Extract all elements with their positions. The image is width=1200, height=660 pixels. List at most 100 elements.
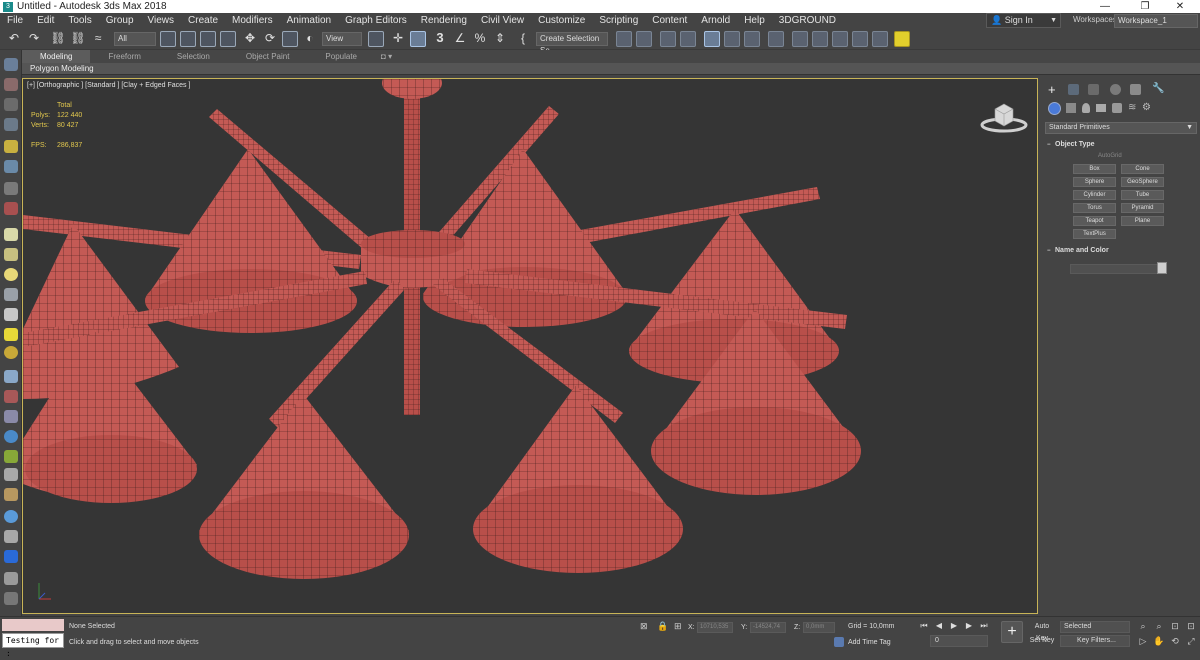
menu-tools[interactable]: Tools — [61, 13, 98, 29]
light-icon[interactable] — [4, 140, 18, 153]
goto-end-icon[interactable]: ⏭ — [978, 620, 990, 632]
hierarchy-tab-icon[interactable] — [1088, 84, 1099, 95]
geometry-icon[interactable] — [1048, 102, 1061, 115]
lock-icon[interactable]: 🔒 — [657, 621, 668, 632]
z-coord-field[interactable]: 0,0mm — [803, 622, 835, 633]
hair-icon[interactable] — [4, 468, 18, 481]
object-color-swatch[interactable] — [1157, 262, 1167, 274]
object-type-rollout[interactable]: − Object Type — [1045, 139, 1197, 151]
zoom-icon[interactable]: ⌕ — [1137, 620, 1149, 632]
workspace-select[interactable]: Workspace_1 — [1114, 14, 1198, 28]
settings-icon[interactable] — [4, 530, 18, 543]
field-of-view-icon[interactable]: ▷ — [1137, 635, 1149, 647]
object-name-input[interactable] — [1070, 264, 1158, 274]
torus-button[interactable]: Torus — [1073, 203, 1116, 213]
sky-light-icon[interactable] — [4, 346, 18, 359]
geosphere-button[interactable]: GeoSphere — [1121, 177, 1164, 187]
maxscript-mini-listener[interactable]: Testing for : — [2, 633, 64, 658]
link-icon[interactable]: ⛓ — [50, 31, 66, 47]
space-warps-icon[interactable]: ≋ — [1128, 102, 1136, 113]
x-coord-field[interactable]: 10710,535 — [697, 622, 733, 633]
brush-icon[interactable] — [4, 488, 18, 501]
angle-snap-icon[interactable]: ∠ — [452, 31, 468, 47]
foliage-icon[interactable] — [4, 450, 18, 463]
menu-content[interactable]: Content — [645, 13, 694, 29]
key-filters-button[interactable]: Key Filters... — [1060, 635, 1130, 647]
lights-icon[interactable] — [1082, 103, 1090, 113]
spinner-snap-icon[interactable]: ⇕ — [492, 31, 508, 47]
y-coord-field[interactable]: -14524,74 — [750, 622, 786, 633]
menu-arnold[interactable]: Arnold — [694, 13, 737, 29]
layer-icon[interactable] — [4, 98, 18, 111]
tube-button[interactable]: Tube — [1121, 190, 1164, 200]
paint-icon[interactable] — [4, 390, 18, 403]
container-icon[interactable] — [4, 78, 18, 91]
goto-start-icon[interactable]: ⏮ — [918, 620, 930, 632]
current-frame-field[interactable]: 0 — [930, 635, 988, 647]
sign-in-button[interactable]: 👤 Sign In ▼ — [986, 13, 1061, 28]
tab-freeform[interactable]: Freeform — [90, 50, 158, 63]
polygon-modeling-label[interactable]: Polygon Modeling — [30, 63, 94, 75]
create-tab-icon[interactable]: + — [1048, 82, 1056, 97]
menu-civil-view[interactable]: Civil View — [474, 13, 531, 29]
menu-3dground[interactable]: 3DGROUND — [772, 13, 843, 29]
menu-edit[interactable]: Edit — [30, 13, 61, 29]
camera-icon[interactable] — [4, 160, 18, 173]
align-icon[interactable] — [636, 31, 652, 47]
unlink-icon[interactable]: ⛓ — [70, 31, 86, 47]
shapes-icon[interactable] — [1066, 103, 1076, 113]
helpers-icon[interactable] — [1112, 103, 1122, 113]
grid-icon[interactable] — [4, 118, 18, 131]
helper-icon[interactable] — [4, 182, 18, 195]
percent-snap-icon[interactable]: % — [472, 31, 488, 47]
redo-icon[interactable]: ↷ — [26, 31, 42, 47]
plane-button[interactable]: Plane — [1121, 216, 1164, 226]
scale-icon[interactable] — [282, 31, 298, 47]
ribbon-options-icon[interactable]: ◘ ▾ — [375, 50, 398, 63]
cameras-icon[interactable] — [1096, 104, 1106, 112]
name-and-color-rollout[interactable]: − Name and Color — [1045, 245, 1197, 257]
motion-tab-icon[interactable] — [1110, 84, 1121, 95]
play-icon[interactable]: ▶ — [948, 620, 960, 632]
pivot-center-icon[interactable] — [368, 31, 384, 47]
orbit-icon[interactable]: ⟲ — [1169, 635, 1181, 647]
select-by-name-icon[interactable] — [180, 31, 196, 47]
space-warp-icon[interactable] — [4, 202, 18, 215]
menu-scripting[interactable]: Scripting — [592, 13, 645, 29]
viewcube-icon[interactable] — [979, 95, 1029, 135]
edit-named-selection-icon[interactable]: { — [515, 31, 531, 47]
schematic-view-icon[interactable] — [744, 31, 760, 47]
keyboard-shortcut-override-icon[interactable] — [410, 31, 426, 47]
zoom-all-icon[interactable]: ⌕ — [1153, 620, 1165, 632]
select-object-icon[interactable] — [160, 31, 176, 47]
sun-icon[interactable] — [4, 328, 18, 341]
menu-file[interactable]: File — [0, 13, 30, 29]
viewport[interactable]: [+] [Orthographic ] [Standard ] [Clay + … — [22, 78, 1038, 614]
absolute-mode-icon[interactable]: ⊞ — [674, 621, 682, 632]
snaps-toggle-icon[interactable]: 3 — [432, 31, 448, 47]
close-button[interactable]: ✕ — [1160, 0, 1200, 13]
menu-customize[interactable]: Customize — [531, 13, 592, 29]
menu-group[interactable]: Group — [99, 13, 141, 29]
place-icon[interactable]: ◐ — [302, 31, 318, 47]
pan-icon[interactable]: ✋ — [1153, 635, 1165, 647]
teapot-button[interactable]: Teapot — [1073, 216, 1116, 226]
set-key-button[interactable]: Set Key — [1028, 635, 1056, 647]
auto-key-button[interactable]: Auto Key — [1028, 621, 1056, 642]
menu-animation[interactable]: Animation — [280, 13, 338, 29]
render-icon[interactable] — [4, 550, 18, 563]
dome-icon[interactable] — [4, 288, 18, 301]
tab-selection[interactable]: Selection — [159, 50, 228, 63]
plane-primitive-icon[interactable] — [4, 228, 18, 241]
menu-graph-editors[interactable]: Graph Editors — [338, 13, 414, 29]
render-setup-icon[interactable] — [792, 31, 808, 47]
tab-modeling[interactable]: Modeling — [22, 50, 91, 63]
autogrid-checkbox[interactable]: AutoGrid — [1098, 153, 1122, 159]
menu-views[interactable]: Views — [141, 13, 182, 29]
modify-tab-icon[interactable] — [1068, 84, 1079, 95]
rectangle-region-icon[interactable] — [200, 31, 216, 47]
maximize-viewport-icon[interactable]: ⤢ — [1185, 635, 1197, 647]
reference-coordinate-select[interactable]: View — [322, 32, 362, 46]
render-iterative-icon[interactable] — [852, 31, 868, 47]
globe-icon[interactable] — [4, 430, 18, 443]
